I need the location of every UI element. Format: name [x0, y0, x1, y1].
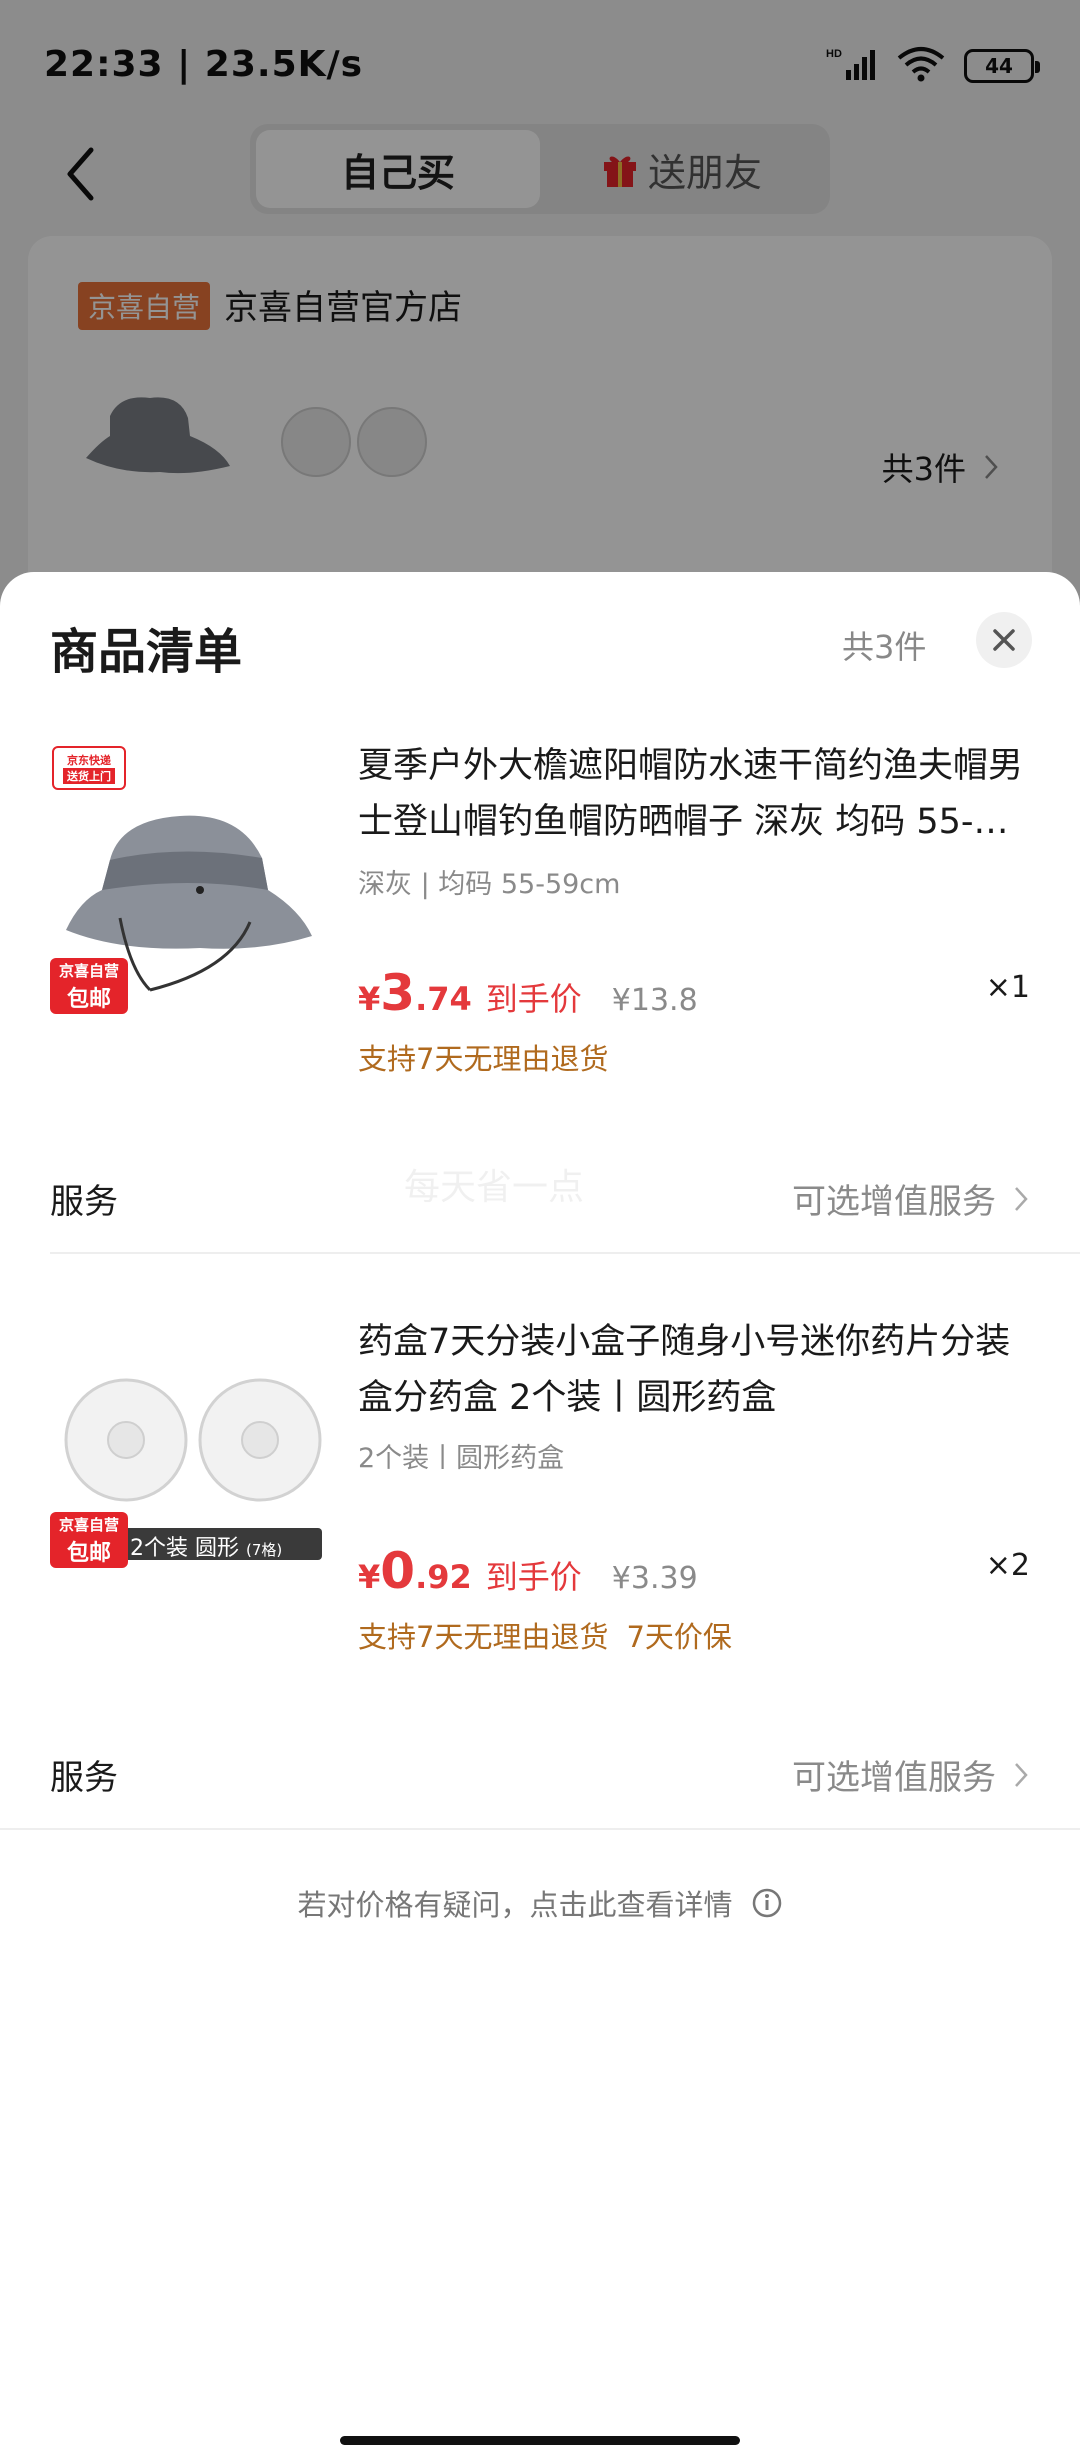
free-shipping-badge: 京喜自营 包邮	[50, 1512, 128, 1568]
quantity: ×2	[985, 1548, 1030, 1583]
divider	[0, 1828, 1080, 1830]
product-title[interactable]: 夏季户外大檐遮阳帽防水速干简约渔夫帽男士登山帽钓鱼帽防晒帽子 深灰 均码 55-…	[358, 738, 1030, 850]
close-button[interactable]	[976, 612, 1032, 668]
price-row: ¥ 0 .92 到手价 ¥3.39	[358, 1542, 698, 1600]
service-tags: 支持7天无理由退货	[358, 1042, 609, 1076]
sheet-title: 商品清单	[50, 624, 243, 680]
quantity: ×1	[985, 970, 1030, 1005]
express-delivery-ribbon: 京东快递 送货上门	[52, 746, 126, 790]
service-row[interactable]: 服务 可选增值服务	[0, 1732, 1080, 1812]
price-question-link[interactable]: 若对价格有疑问，点击此查看详情	[0, 1882, 1080, 1924]
service-tags: 支持7天无理由退货 7天价保	[358, 1620, 732, 1654]
free-shipping-badge: 京喜自营 包邮	[50, 958, 128, 1014]
image-caption: 2个装 圆形 (7格)	[130, 1536, 283, 1561]
product-spec: 2个装丨圆形药盒	[358, 1443, 565, 1474]
info-icon	[752, 1888, 781, 1918]
close-icon	[993, 629, 1015, 651]
product-image-pillbox: 2个装 圆形 (7格) 京喜自营 包邮	[50, 1316, 322, 1588]
price-row: ¥ 3 .74 到手价 ¥13.8	[358, 964, 698, 1022]
divider	[50, 1252, 1080, 1254]
product-spec: 深灰 | 均码 55-59cm	[358, 869, 621, 900]
chevron-right-icon	[1015, 1762, 1028, 1787]
product-image-hat: 京东快递 送货上门 京喜自营 包邮	[50, 740, 322, 1014]
product-title[interactable]: 药盒7天分装小盒子随身小号迷你药片分装盒分药盒 2个装丨圆形药盒	[358, 1314, 1030, 1426]
service-row[interactable]: 服务 可选增值服务	[0, 1156, 1080, 1236]
home-indicator[interactable]	[340, 2436, 740, 2445]
product-list-sheet: 商品清单 共3件 京东快递 送货上门 京喜自营 包邮 夏季户外大檐遮阳帽防水速干…	[0, 572, 1080, 2460]
sheet-item-count: 共3件	[842, 628, 927, 666]
chevron-right-icon	[1015, 1186, 1028, 1211]
